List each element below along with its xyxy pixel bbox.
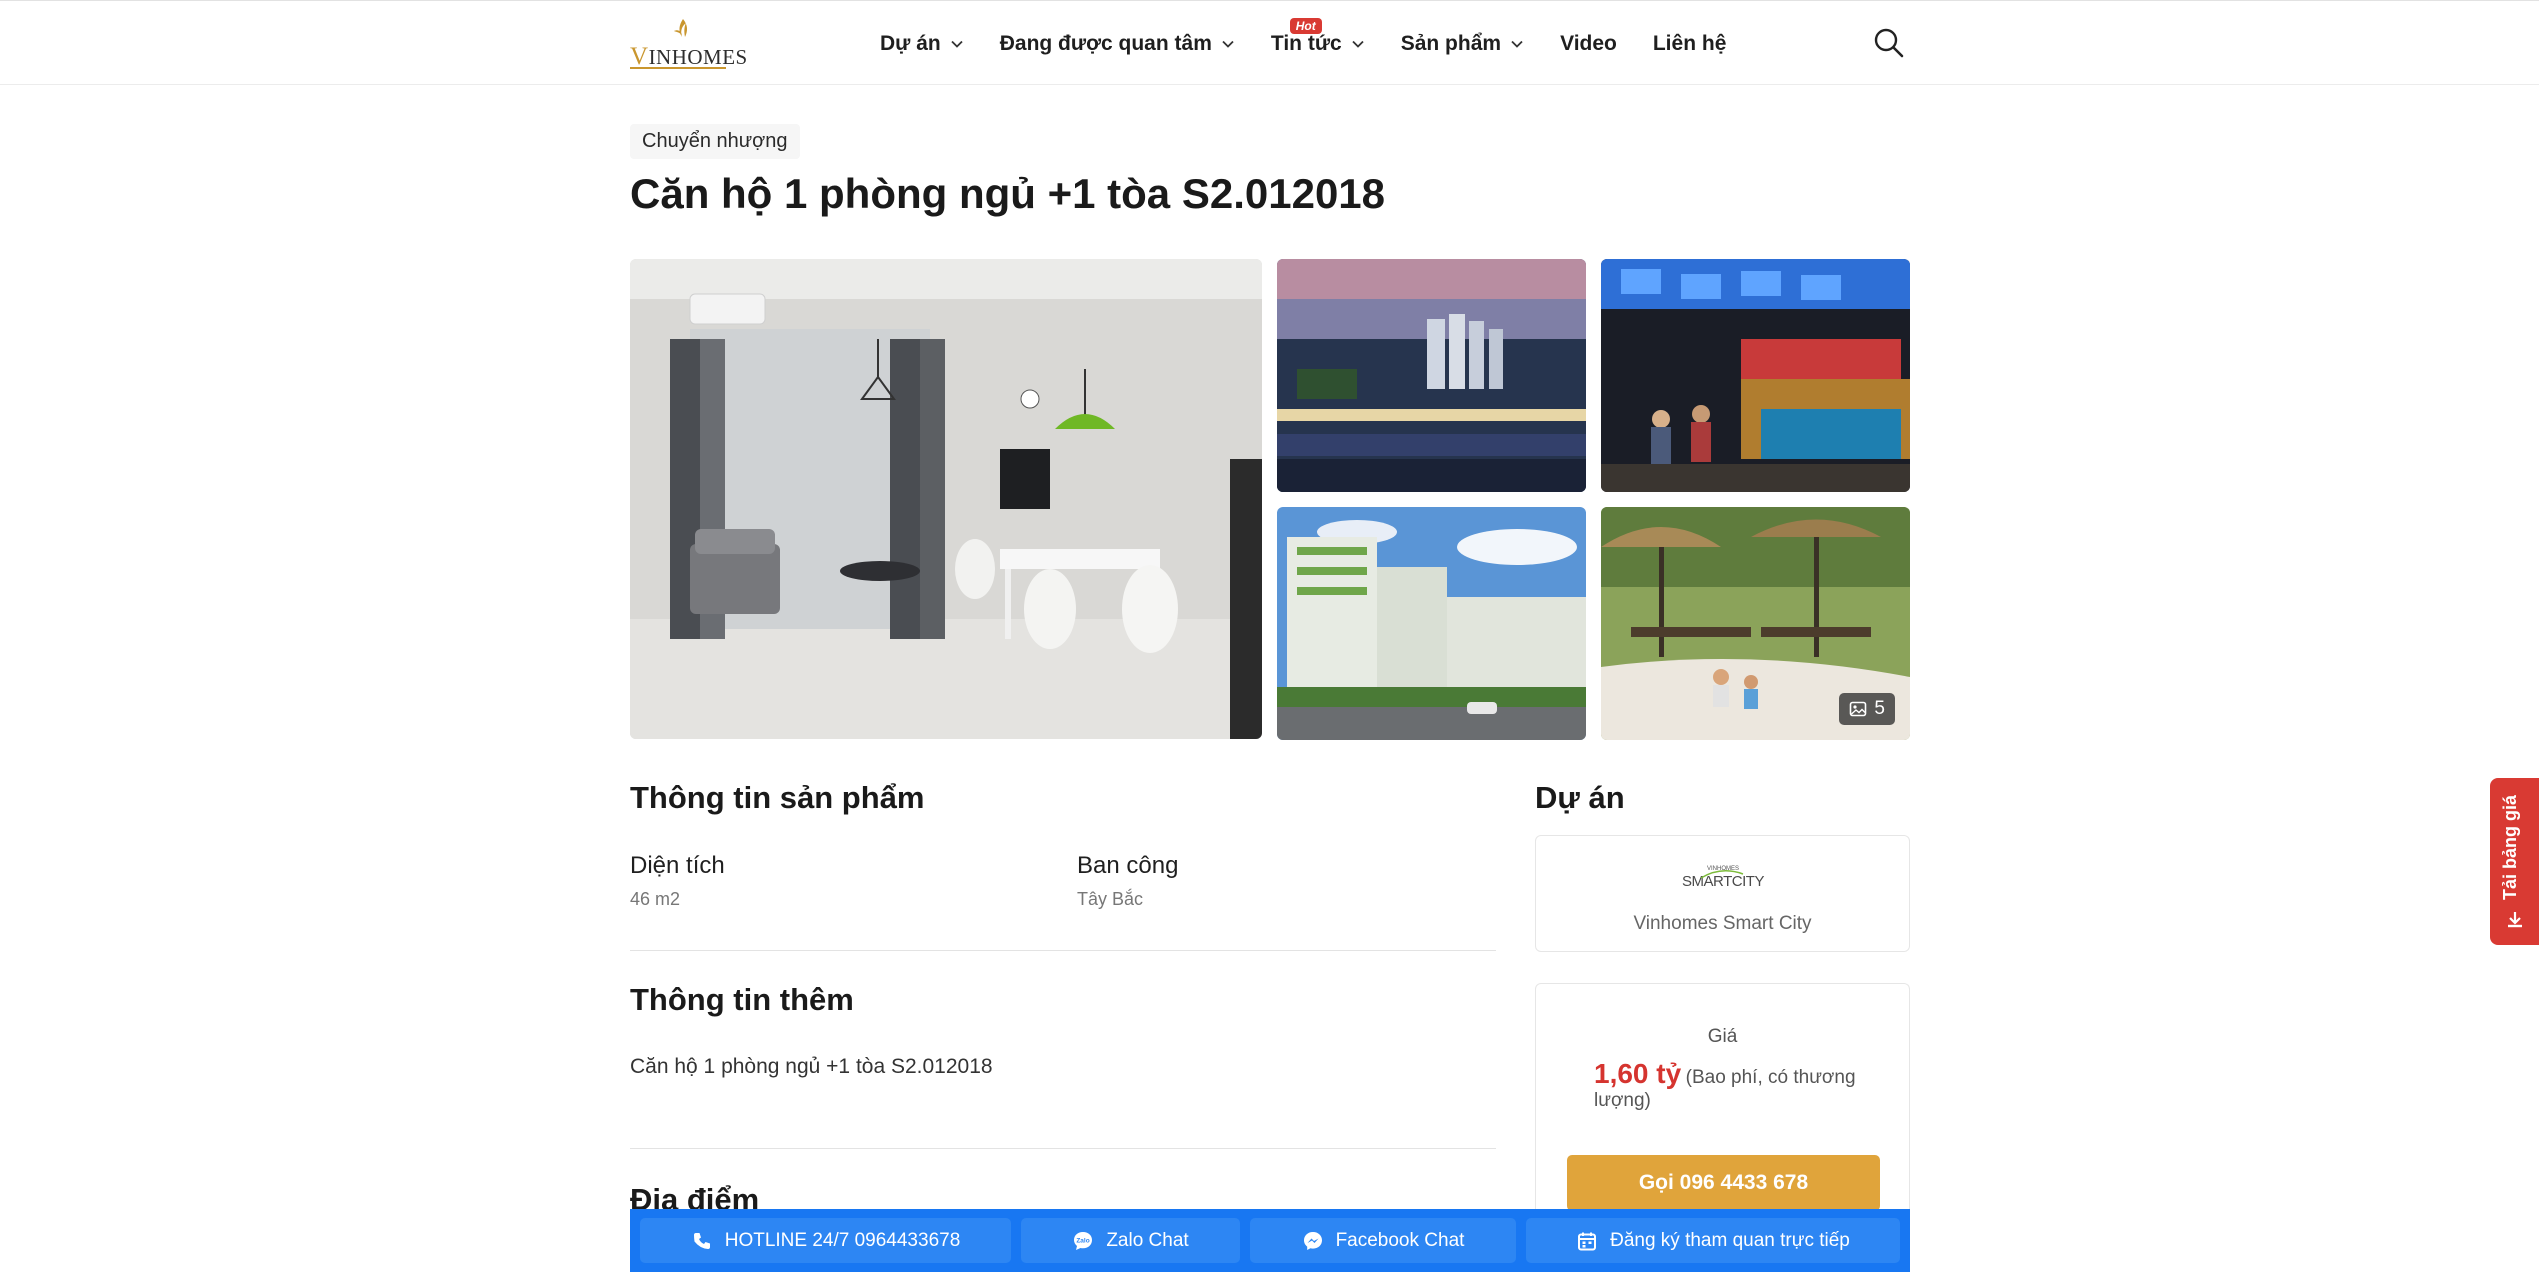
register-label: Đăng ký tham quan trực tiếp [1610, 1229, 1850, 1251]
balcony-label: Ban công [1077, 852, 1179, 879]
chevron-down-icon [1222, 40, 1234, 48]
project-card[interactable]: VINHOMES SMARTCITY Vinhomes Smart City [1535, 835, 1910, 952]
logo-underline [630, 67, 726, 69]
price-label: Giá [1707, 1026, 1738, 1047]
logo-bird-icon [674, 19, 688, 37]
messenger-icon [1303, 1231, 1322, 1250]
price-line: 1,60 tỷ (Bao phí, có thương lượng) [1594, 1058, 1864, 1112]
register-visit-button[interactable]: Đăng ký tham quan trực tiếp [1526, 1218, 1900, 1263]
hotline-button[interactable]: HOTLINE 24/7 0964433678 [640, 1218, 1011, 1263]
facebook-label: Facebook Chat [1335, 1229, 1465, 1251]
nav-item-label: Liên hệ [1652, 32, 1727, 55]
photo-count-badge[interactable]: 5 [1839, 693, 1895, 725]
facebook-chat-button[interactable]: Facebook Chat [1250, 1218, 1516, 1263]
extra-info-heading: Thông tin thêm [630, 982, 854, 1017]
category-tag[interactable]: Chuyển nhượng [630, 124, 800, 159]
download-price-list-tab[interactable]: Tải bảng giá [2490, 778, 2539, 945]
gallery-thumb-cinema[interactable] [1601, 259, 1910, 492]
nav-item-video[interactable]: Video [1560, 32, 1617, 56]
section-divider [630, 1148, 1496, 1149]
gallery-thumb-park[interactable]: 5 [1601, 507, 1910, 740]
extra-info-text: Căn hộ 1 phòng ngủ +1 tòa S2.012018 [630, 1055, 993, 1078]
side-tab-label: Tải bảng giá [2500, 794, 2520, 900]
gallery-main-photo[interactable] [630, 259, 1262, 739]
project-name[interactable]: Vinhomes Smart City [1536, 913, 1909, 935]
photo-count-value: 5 [1874, 698, 1885, 719]
chevron-down-icon [951, 40, 963, 48]
svg-text:Zalo: Zalo [1077, 1237, 1090, 1244]
balcony-value: Tây Bắc [1077, 889, 1144, 909]
phone-icon [693, 1232, 710, 1249]
nav-item-lien-he[interactable]: Liên hệ [1653, 32, 1727, 56]
city-aerial-image [1277, 259, 1586, 492]
smartcity-logo-text: SMARTCITY [1682, 873, 1764, 890]
living-room-image [630, 259, 1262, 739]
zalo-label: Zalo Chat [1106, 1229, 1189, 1251]
contact-bar: HOTLINE 24/7 0964433678 Zalo Zalo Chat F… [630, 1209, 1910, 1272]
nav-item-label: Tin tức [1270, 32, 1342, 55]
zalo-chat-button[interactable]: Zalo Zalo Chat [1021, 1218, 1240, 1263]
smartcity-logo: VINHOMES SMARTCITY [1682, 866, 1765, 890]
section-divider [630, 950, 1496, 951]
gallery-thumb-city[interactable] [1277, 259, 1586, 492]
hotline-label: HOTLINE 24/7 0964433678 [724, 1229, 961, 1251]
price-value: 1,60 tỷ [1594, 1058, 1682, 1089]
nav-item-label: Sản phẩm [1400, 32, 1502, 55]
site-header: VINHOMES Dự án Đang được quan tâm Hot Ti… [0, 0, 2539, 85]
gallery-thumb-hospital[interactable] [1277, 507, 1586, 740]
chevron-down-icon [1511, 40, 1523, 48]
area-label: Diện tích [630, 852, 725, 879]
download-icon [2508, 912, 2522, 928]
nav-item-dang-duoc-quan-tam[interactable]: Đang được quan tâm Hot [999, 18, 1322, 56]
page-title: Căn hộ 1 phòng ngủ +1 tòa S2.012018 [630, 170, 1386, 217]
search-icon[interactable] [1872, 26, 1906, 60]
product-info-heading: Thông tin sản phẩm [630, 780, 925, 815]
calendar-icon [1578, 1232, 1597, 1250]
main-nav: Dự án Đang được quan tâm Hot Tin tức Sản… [880, 18, 1762, 59]
nav-item-du-an[interactable]: Dự án [880, 32, 964, 56]
vinhomes-logo[interactable]: VINHOMES [630, 17, 747, 70]
nav-item-san-pham[interactable]: Sản phẩm [1401, 32, 1524, 56]
nav-item-label: Dự án [880, 32, 941, 55]
chevron-down-icon [1352, 40, 1364, 48]
call-button[interactable]: Gọi 096 4433 678 [1567, 1155, 1880, 1211]
hospital-building-image [1277, 507, 1586, 740]
cinema-lobby-image [1601, 259, 1910, 492]
project-heading: Dự án [1535, 780, 1625, 815]
zalo-icon: Zalo [1074, 1231, 1093, 1250]
nav-item-label: Video [1560, 32, 1617, 55]
area-value: 46 m2 [630, 889, 681, 909]
nav-item-label: Đang được quan tâm [999, 32, 1212, 55]
image-icon [1850, 701, 1867, 717]
nav-item-tin-tuc[interactable]: Tin tức [1271, 32, 1365, 56]
